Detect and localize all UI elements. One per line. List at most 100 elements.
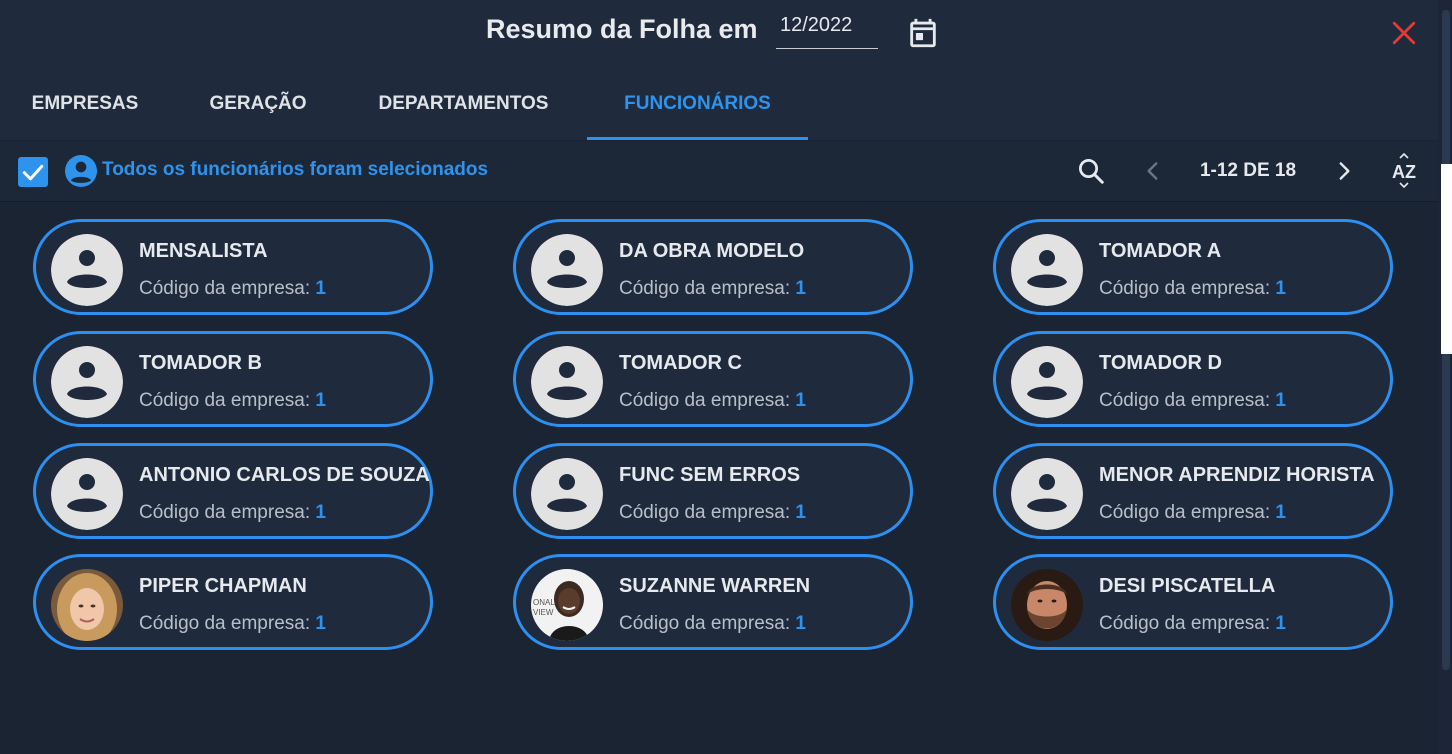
employee-name: PIPER CHAPMAN	[139, 575, 307, 597]
sort-az-icon[interactable]: AZ	[1386, 153, 1422, 189]
employee-card[interactable]: ONAL VIEW SUZANNE WARREN Código da empresa:…	[513, 554, 913, 650]
company-code-label: Código da empresa:	[1099, 502, 1271, 523]
employee-card[interactable]: DESI PISCATELLA Código da empresa: 1	[993, 554, 1393, 650]
employee-name: MENOR APRENDIZ HORISTA	[1099, 464, 1375, 486]
avatar-placeholder-icon	[531, 234, 603, 306]
employee-card[interactable]: MENSALISTA Código da empresa: 1	[33, 219, 433, 315]
avatar-photo	[51, 569, 123, 641]
calendar-icon[interactable]	[906, 16, 940, 50]
pagination-info: 1-12 DE 18	[1199, 160, 1297, 181]
period-input[interactable]	[776, 12, 886, 39]
avatar-placeholder-icon	[51, 346, 123, 418]
company-code: Código da empresa: 1	[139, 613, 326, 635]
company-code-label: Código da empresa:	[139, 278, 311, 299]
company-code-value: 1	[795, 502, 806, 523]
company-code-value: 1	[795, 278, 806, 299]
company-code: Código da empresa: 1	[619, 502, 806, 524]
employee-card[interactable]: PIPER CHAPMAN Código da empresa: 1	[33, 554, 433, 650]
select-all-checkbox[interactable]	[18, 157, 48, 187]
company-code: Código da empresa: 1	[1099, 390, 1286, 412]
company-code-label: Código da empresa:	[139, 613, 311, 634]
employee-name: TOMADOR C	[619, 352, 742, 374]
company-code: Código da empresa: 1	[139, 278, 326, 300]
tab-funcionarios[interactable]: FUNCIONÁRIOS	[587, 70, 808, 138]
check-icon	[22, 164, 44, 181]
company-code-value: 1	[315, 502, 326, 523]
active-tab-indicator	[587, 137, 808, 140]
employee-name: DA OBRA MODELO	[619, 240, 805, 262]
company-code-value: 1	[1275, 502, 1286, 523]
employee-card[interactable]: MENOR APRENDIZ HORISTA Código da empresa:…	[993, 443, 1393, 539]
employee-name: DESI PISCATELLA	[1099, 575, 1276, 597]
scrollbar[interactable]	[1438, 0, 1452, 754]
company-code-value: 1	[795, 390, 806, 411]
employee-card[interactable]: TOMADOR B Código da empresa: 1	[33, 331, 433, 427]
side-panel-edge	[1441, 164, 1452, 354]
avatar-placeholder-icon	[1011, 234, 1083, 306]
company-code-label: Código da empresa:	[139, 390, 311, 411]
tab-departamentos[interactable]: DEPARTAMENTOS	[362, 70, 565, 138]
employee-card[interactable]: TOMADOR D Código da empresa: 1	[993, 331, 1393, 427]
employee-card[interactable]: TOMADOR A Código da empresa: 1	[993, 219, 1393, 315]
company-code-value: 1	[315, 613, 326, 634]
employee-name: TOMADOR D	[1099, 352, 1222, 374]
employee-name: MENSALISTA	[139, 240, 268, 262]
dialog-header: Resumo da Folha em EMPRESAS GERAÇÃO DEPA…	[0, 0, 1438, 140]
employee-name: ANTONIO CARLOS DE SOUZA	[139, 464, 430, 486]
company-code: Código da empresa: 1	[1099, 502, 1286, 524]
company-code-label: Código da empresa:	[619, 278, 791, 299]
avatar-placeholder-icon	[51, 234, 123, 306]
company-code-value: 1	[795, 613, 806, 634]
company-code-value: 1	[315, 278, 326, 299]
company-code-value: 1	[1275, 278, 1286, 299]
company-code-value: 1	[1275, 613, 1286, 634]
tab-bar: EMPRESAS GERAÇÃO DEPARTAMENTOS FUNCIONÁR…	[0, 70, 1438, 140]
company-code-label: Código da empresa:	[619, 613, 791, 634]
period-field[interactable]	[776, 12, 886, 49]
company-code: Código da empresa: 1	[1099, 278, 1286, 300]
company-code: Código da empresa: 1	[619, 613, 806, 635]
page-title: Resumo da Folha em	[486, 14, 758, 44]
avatar-placeholder-icon	[531, 458, 603, 530]
company-code-label: Código da empresa:	[619, 390, 791, 411]
avatar-placeholder-icon	[51, 458, 123, 530]
tab-empresas[interactable]: EMPRESAS	[18, 70, 152, 138]
selection-status: Todos os funcionários foram selecionados	[102, 159, 489, 180]
company-code-label: Código da empresa:	[1099, 278, 1271, 299]
employee-card[interactable]: ANTONIO CARLOS DE SOUZA Código da empresa…	[33, 443, 433, 539]
company-code-value: 1	[1275, 390, 1286, 411]
svg-text:ONAL: ONAL	[533, 598, 555, 607]
title-row: Resumo da Folha em	[0, 0, 1438, 64]
search-icon[interactable]	[1076, 156, 1106, 186]
company-code-value: 1	[315, 390, 326, 411]
svg-text:VIEW: VIEW	[533, 608, 554, 617]
company-code: Código da empresa: 1	[139, 390, 326, 412]
tab-geracao[interactable]: GERAÇÃO	[196, 70, 320, 138]
close-icon[interactable]	[1391, 20, 1417, 46]
company-code-label: Código da empresa:	[139, 502, 311, 523]
company-code-label: Código da empresa:	[1099, 613, 1271, 634]
company-code: Código da empresa: 1	[619, 278, 806, 300]
employee-name: TOMADOR B	[139, 352, 262, 374]
chevron-left-icon[interactable]	[1140, 158, 1166, 184]
company-code: Código da empresa: 1	[1099, 613, 1286, 635]
avatar-placeholder-icon	[1011, 346, 1083, 418]
employee-card[interactable]: TOMADOR C Código da empresa: 1	[513, 331, 913, 427]
employee-card[interactable]: FUNC SEM ERROS Código da empresa: 1	[513, 443, 913, 539]
avatar-placeholder-icon	[1011, 458, 1083, 530]
sort-label: AZ	[1392, 162, 1416, 182]
avatar-photo: ONAL VIEW	[531, 569, 603, 641]
employee-name: SUZANNE WARREN	[619, 575, 811, 597]
chevron-right-icon[interactable]	[1331, 158, 1357, 184]
selection-toolbar: Todos os funcionários foram selecionados…	[0, 141, 1438, 202]
company-code-label: Código da empresa:	[1099, 390, 1271, 411]
avatar-placeholder-icon	[531, 346, 603, 418]
account-circle-icon	[65, 155, 97, 187]
company-code: Código da empresa: 1	[619, 390, 806, 412]
employee-name: FUNC SEM ERROS	[619, 464, 801, 486]
company-code: Código da empresa: 1	[139, 502, 326, 524]
avatar-photo	[1011, 569, 1083, 641]
employee-name: TOMADOR A	[1099, 240, 1222, 262]
company-code-label: Código da empresa:	[619, 502, 791, 523]
employee-card[interactable]: DA OBRA MODELO Código da empresa: 1	[513, 219, 913, 315]
